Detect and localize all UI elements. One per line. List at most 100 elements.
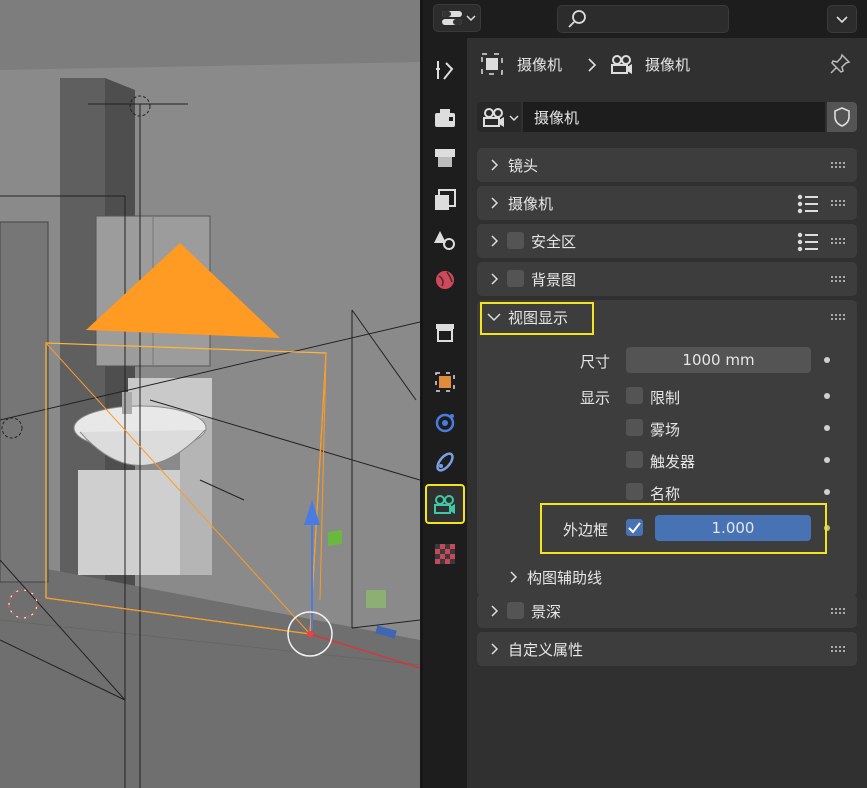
search-field[interactable]	[557, 5, 729, 33]
tab-collection[interactable]	[429, 316, 461, 348]
viewport-scene	[0, 62, 420, 788]
tab-tool[interactable]	[429, 54, 461, 86]
chevron-right-icon	[491, 235, 499, 247]
datablock-name-text: 摄像机	[534, 109, 580, 127]
chevron-down-icon	[836, 16, 848, 24]
properties-editor-icon	[442, 11, 476, 25]
tool-icon	[436, 61, 454, 80]
world-icon	[436, 271, 454, 289]
size-field[interactable]: 1000 mm	[626, 347, 811, 373]
properties-content: 摄像机 摄像机 摄像机 镜头 摄像机 安全区 背景图 视图显示 尺寸 1000 …	[467, 38, 867, 788]
keyframe-dot[interactable]	[824, 393, 830, 399]
chevron-right-icon	[491, 159, 499, 171]
drag-handle-icon[interactable]	[831, 646, 847, 652]
panel-camera-label: 摄像机	[508, 195, 554, 213]
panel-depth-of-field-label: 景深	[531, 603, 562, 621]
highlight-passepartout	[540, 503, 827, 554]
drag-handle-icon[interactable]	[831, 238, 847, 244]
tab-output[interactable]	[429, 142, 461, 174]
texture-icon	[435, 544, 455, 564]
breadcrumb-object-label: 摄像机	[517, 56, 563, 74]
camera-data-icon	[434, 495, 455, 514]
scene-icon	[434, 231, 455, 250]
background-images-checkbox[interactable]	[507, 270, 524, 287]
safe-areas-checkbox[interactable]	[507, 232, 524, 249]
panel-viewport-display: 视图显示 尺寸 1000 mm 显示 限制 雾场 触发器 名称 外边框 1.00…	[477, 300, 857, 596]
drag-handle-icon[interactable]	[831, 200, 847, 206]
properties-editor: 摄像机 摄像机 摄像机 镜头 摄像机 安全区 背景图 视图显示 尺寸 1000 …	[423, 0, 867, 788]
show-mist-checkbox[interactable]	[626, 419, 643, 436]
show-mist-label: 雾场	[650, 421, 681, 439]
show-limits-checkbox[interactable]	[626, 387, 643, 404]
tab-object[interactable]	[429, 366, 461, 398]
chevron-right-icon	[491, 273, 499, 285]
subpanel-composition-guides[interactable]: 构图辅助线	[477, 562, 857, 592]
camera-data-icon	[483, 108, 504, 127]
constraints-icon	[436, 452, 454, 472]
presets-list-icon[interactable]	[797, 232, 819, 252]
highlight-viewport-display	[480, 302, 594, 335]
panel-background-images-label: 背景图	[531, 271, 577, 289]
drag-handle-icon[interactable]	[831, 608, 847, 614]
browse-camera-button[interactable]	[477, 102, 521, 132]
panel-camera[interactable]: 摄像机	[477, 186, 857, 220]
tab-world[interactable]	[429, 264, 461, 296]
render-icon	[435, 109, 455, 127]
tab-view-layer[interactable]	[429, 184, 461, 216]
collection-icon	[436, 324, 454, 342]
tab-constraints[interactable]	[429, 446, 461, 478]
datablock-name-field[interactable]: 摄像机	[523, 102, 825, 132]
keyframe-dot[interactable]	[824, 489, 830, 495]
keyframe-dot[interactable]	[824, 457, 830, 463]
pin-icon[interactable]	[828, 52, 852, 76]
shield-icon	[834, 107, 850, 127]
show-limits-label: 限制	[650, 389, 681, 407]
tab-render[interactable]	[429, 102, 461, 134]
tab-texture[interactable]	[429, 538, 461, 570]
chevron-down-icon	[509, 115, 519, 122]
chevron-right-icon	[491, 643, 499, 655]
physics-icon	[435, 413, 455, 433]
size-label: 尺寸	[580, 353, 611, 371]
panel-custom-properties-label: 自定义属性	[508, 641, 584, 659]
presets-list-icon[interactable]	[797, 194, 819, 214]
panel-custom-properties[interactable]: 自定义属性	[477, 632, 857, 666]
breadcrumb: 摄像机 摄像机	[467, 38, 867, 90]
depth-of-field-checkbox[interactable]	[507, 602, 524, 619]
keyframe-dot[interactable]	[824, 425, 830, 431]
options-dropdown-button[interactable]	[827, 5, 857, 33]
drag-handle-icon[interactable]	[831, 276, 847, 282]
panel-lens[interactable]: 镜头	[477, 148, 857, 182]
fake-user-button[interactable]	[827, 102, 857, 132]
drag-handle-icon[interactable]	[831, 314, 847, 320]
properties-header	[423, 0, 867, 38]
panel-depth-of-field[interactable]: 景深	[477, 594, 857, 628]
tab-scene[interactable]	[429, 224, 461, 256]
search-icon	[568, 10, 586, 28]
composition-guides-label: 构图辅助线	[527, 569, 603, 587]
tab-camera-data[interactable]	[425, 484, 465, 524]
show-label: 显示	[580, 389, 611, 407]
panel-safe-areas[interactable]: 安全区	[477, 224, 857, 258]
output-icon	[435, 149, 455, 167]
view-layer-icon	[435, 189, 456, 210]
panel-background-images[interactable]: 背景图	[477, 262, 857, 296]
show-name-label: 名称	[650, 485, 681, 503]
chevron-right-icon	[491, 197, 499, 209]
properties-tabs	[423, 38, 467, 788]
show-sensor-checkbox[interactable]	[626, 451, 643, 468]
object-icon	[481, 53, 503, 75]
panel-safe-areas-label: 安全区	[531, 233, 577, 251]
drag-handle-icon[interactable]	[831, 162, 847, 168]
chevron-right-icon	[588, 58, 597, 72]
chevron-right-icon	[510, 571, 518, 583]
3d-viewport[interactable]	[0, 0, 420, 788]
keyframe-dot[interactable]	[824, 357, 830, 363]
editor-type-button[interactable]	[433, 4, 481, 32]
tab-physics[interactable]	[429, 406, 461, 438]
show-name-checkbox[interactable]	[626, 483, 643, 500]
panel-lens-label: 镜头	[508, 157, 539, 175]
object-icon	[435, 372, 455, 392]
camera-data-icon	[611, 55, 632, 74]
show-sensor-label: 触发器	[650, 453, 696, 471]
